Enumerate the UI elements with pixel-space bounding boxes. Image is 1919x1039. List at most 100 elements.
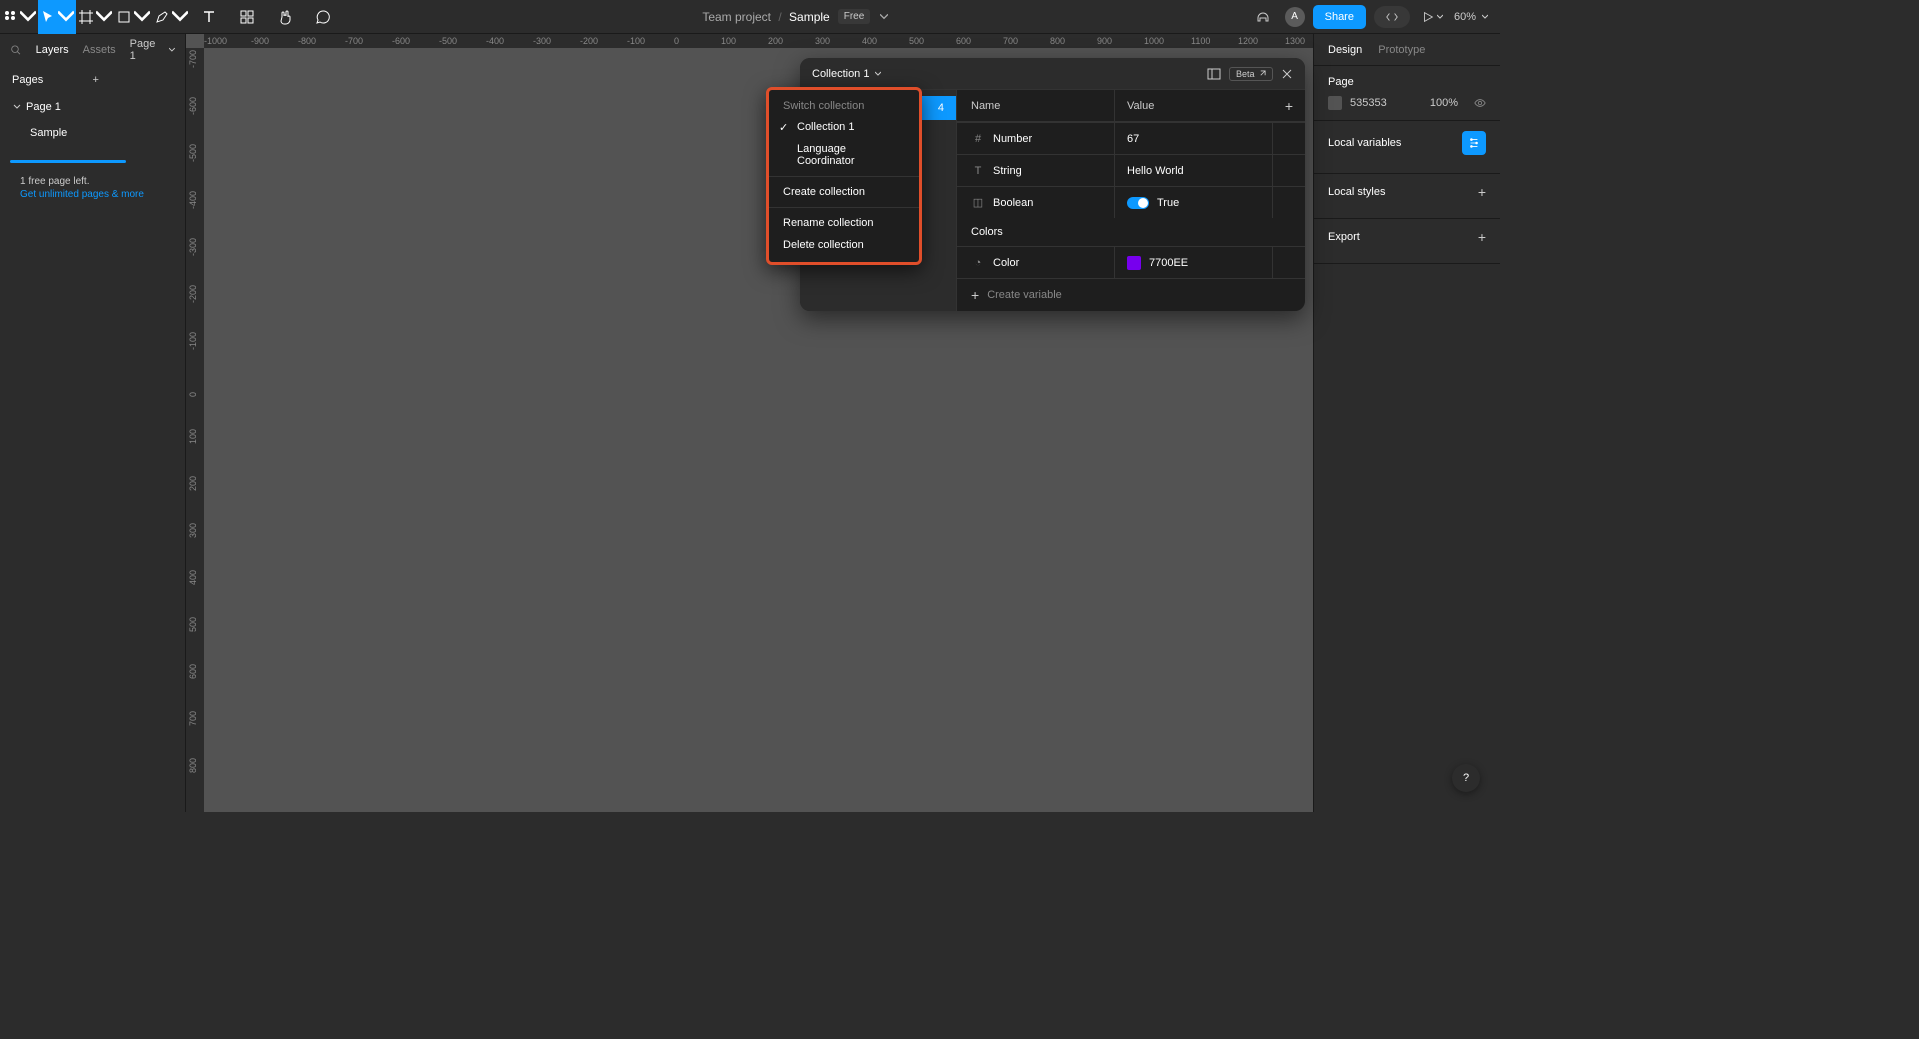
variables-header: Collection 1 Beta bbox=[800, 58, 1305, 90]
tab-prototype[interactable]: Prototype bbox=[1378, 44, 1425, 56]
collection-dropdown[interactable]: Collection 1 bbox=[812, 68, 881, 80]
help-button[interactable]: ? bbox=[1452, 764, 1480, 792]
sidebar-item-count: 4 bbox=[938, 102, 944, 114]
open-variables-button[interactable] bbox=[1462, 131, 1486, 155]
page-section-title: Page bbox=[1328, 76, 1354, 88]
variable-row-color[interactable]: ◔ Color 7700EE bbox=[957, 246, 1305, 278]
audio-button[interactable] bbox=[1249, 3, 1277, 31]
color-swatch[interactable] bbox=[1127, 256, 1141, 270]
chevron-down-icon bbox=[169, 47, 175, 53]
dropdown-item-language-coordinator[interactable]: Language Coordinator bbox=[769, 138, 919, 172]
dropdown-item-collection1[interactable]: Collection 1 bbox=[769, 116, 919, 138]
toolbar-right: A Share 60% bbox=[1249, 3, 1500, 31]
boolean-toggle[interactable] bbox=[1127, 197, 1149, 209]
text-icon bbox=[201, 9, 217, 25]
comment-tool-button[interactable] bbox=[304, 0, 342, 34]
create-variable-button[interactable]: + Create variable bbox=[957, 278, 1305, 311]
chevron-down-icon[interactable] bbox=[880, 13, 888, 21]
resources-icon bbox=[239, 9, 255, 25]
column-value: Value bbox=[1115, 100, 1273, 112]
variables-table: Name Value + # Number 67 T String Hello … bbox=[957, 90, 1305, 311]
page-section: Page 535353 100% bbox=[1314, 66, 1500, 121]
user-avatar[interactable]: A bbox=[1285, 7, 1305, 27]
dev-mode-toggle[interactable] bbox=[1374, 6, 1410, 28]
local-styles-title: Local styles bbox=[1328, 186, 1385, 198]
variable-row-boolean[interactable]: ◫ Boolean True bbox=[957, 186, 1305, 218]
promo-link[interactable]: Get unlimited pages & more bbox=[20, 189, 165, 200]
variable-row-number[interactable]: # Number 67 bbox=[957, 122, 1305, 154]
text-icon: T bbox=[971, 164, 985, 178]
chevron-down-icon bbox=[20, 9, 36, 25]
move-tool-button[interactable] bbox=[38, 0, 76, 34]
shape-tool-button[interactable] bbox=[114, 0, 152, 34]
search-icon[interactable] bbox=[10, 44, 22, 56]
horizontal-ruler: -1000-900-800-700-600-500-400-300-200-10… bbox=[204, 34, 1313, 48]
headphones-icon bbox=[1255, 9, 1271, 25]
zoom-control[interactable]: 60% bbox=[1454, 11, 1488, 23]
table-header: Name Value + bbox=[957, 90, 1305, 122]
export-section: Export + bbox=[1314, 219, 1500, 264]
variable-value[interactable]: 7700EE bbox=[1149, 257, 1188, 269]
text-tool-button[interactable] bbox=[190, 0, 228, 34]
hand-tool-button[interactable] bbox=[266, 0, 304, 34]
dropdown-item-delete[interactable]: Delete collection bbox=[769, 234, 919, 256]
code-icon bbox=[1385, 10, 1399, 24]
dropdown-item-create[interactable]: Create collection bbox=[769, 181, 919, 203]
create-variable-label: Create variable bbox=[987, 289, 1062, 301]
bg-color-swatch[interactable] bbox=[1328, 96, 1342, 110]
comment-icon bbox=[315, 9, 331, 25]
pen-icon bbox=[154, 9, 170, 25]
variable-value[interactable]: Hello World bbox=[1127, 165, 1184, 177]
add-page-button[interactable]: + bbox=[93, 74, 174, 86]
tab-design[interactable]: Design bbox=[1328, 44, 1362, 56]
bg-opacity-value[interactable]: 100% bbox=[1430, 97, 1458, 109]
dropdown-item-rename[interactable]: Rename collection bbox=[769, 212, 919, 234]
left-panel: Layers Assets Page 1 Pages + Page 1 Samp… bbox=[0, 34, 186, 812]
settings-icon bbox=[1468, 137, 1480, 149]
left-panel-tabs: Layers Assets Page 1 bbox=[0, 34, 185, 66]
tab-assets[interactable]: Assets bbox=[83, 44, 116, 56]
local-styles-section: Local styles + bbox=[1314, 174, 1500, 219]
resources-button[interactable] bbox=[228, 0, 266, 34]
collection-name: Collection 1 bbox=[812, 68, 869, 80]
variable-value[interactable]: 67 bbox=[1127, 133, 1139, 145]
pages-title: Pages bbox=[12, 74, 93, 86]
page-dropdown[interactable]: Page 1 bbox=[130, 38, 175, 62]
layer-row-sample[interactable]: Sample bbox=[0, 120, 185, 146]
sidebar-toggle-icon[interactable] bbox=[1207, 67, 1221, 81]
main-menu-button[interactable] bbox=[0, 0, 38, 34]
layer-row-page1[interactable]: Page 1 bbox=[0, 94, 185, 120]
local-variables-section: Local variables bbox=[1314, 121, 1500, 174]
add-mode-button[interactable]: + bbox=[1285, 98, 1293, 114]
variable-row-string[interactable]: T String Hello World bbox=[957, 154, 1305, 186]
bg-color-value[interactable]: 535353 bbox=[1350, 97, 1387, 109]
present-button[interactable] bbox=[1418, 3, 1446, 31]
promo-text: 1 free page left. bbox=[20, 176, 165, 187]
layer-name: Page 1 bbox=[26, 101, 61, 113]
right-panel-tabs: Design Prototype bbox=[1314, 34, 1500, 66]
pen-tool-button[interactable] bbox=[152, 0, 190, 34]
close-icon[interactable] bbox=[1281, 68, 1293, 80]
add-style-button[interactable]: + bbox=[1478, 184, 1486, 200]
rectangle-icon bbox=[116, 9, 132, 25]
chevron-down-icon bbox=[1437, 14, 1443, 20]
toolbar-left bbox=[0, 0, 342, 33]
chevron-down-icon bbox=[58, 9, 74, 25]
chevron-down-icon bbox=[875, 71, 881, 77]
breadcrumb[interactable]: Team project / Sample bbox=[702, 10, 829, 24]
breadcrumb-separator: / bbox=[778, 10, 781, 24]
external-link-icon bbox=[1259, 70, 1266, 77]
eye-icon[interactable] bbox=[1474, 97, 1486, 109]
variable-name: Number bbox=[993, 133, 1032, 145]
variable-value: True bbox=[1157, 197, 1179, 209]
right-panel: Design Prototype Page 535353 100% Local … bbox=[1313, 34, 1500, 812]
tab-layers[interactable]: Layers bbox=[36, 44, 69, 56]
add-export-button[interactable]: + bbox=[1478, 229, 1486, 245]
group-colors: Colors bbox=[957, 218, 1305, 246]
figma-logo-icon bbox=[2, 9, 18, 25]
page-dropdown-label: Page 1 bbox=[130, 38, 164, 62]
share-button[interactable]: Share bbox=[1313, 5, 1366, 29]
export-title: Export bbox=[1328, 231, 1360, 243]
variable-name: Color bbox=[993, 257, 1019, 269]
frame-tool-button[interactable] bbox=[76, 0, 114, 34]
